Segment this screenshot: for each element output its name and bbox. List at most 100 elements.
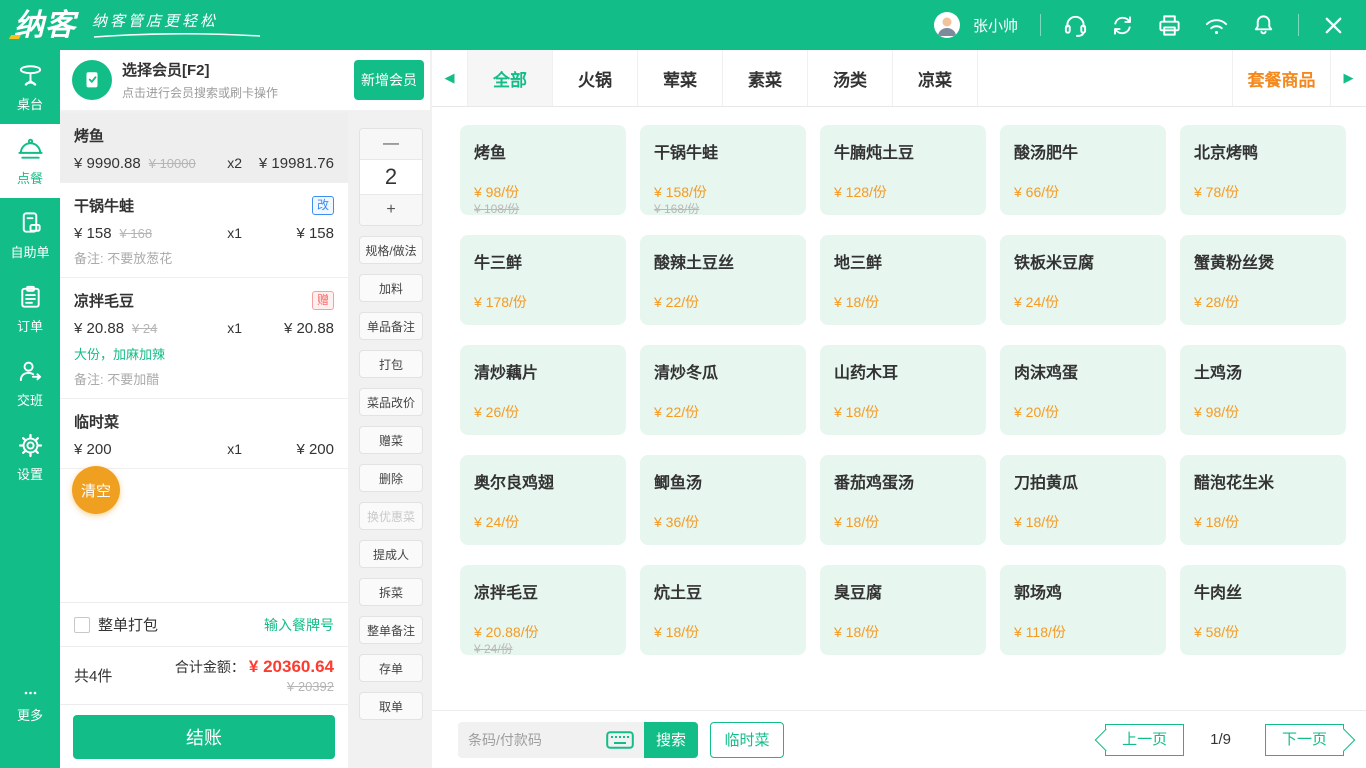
dish-card[interactable]: 肉沫鸡蛋¥ 20/份 xyxy=(1000,345,1166,435)
next-page-button[interactable]: 下一页 xyxy=(1265,724,1344,756)
add-member-button[interactable]: 新增会员 xyxy=(354,60,424,100)
dish-price: ¥ 24/份 xyxy=(1014,292,1059,312)
dish-card[interactable]: 凉拌毛豆¥ 20.88/份¥ 24/份 xyxy=(460,565,626,655)
dish-card[interactable]: 牛腩炖土豆¥ 128/份 xyxy=(820,125,986,215)
search-button[interactable]: 搜索 xyxy=(644,722,698,758)
dish-card[interactable]: 刀拍黄瓜¥ 18/份 xyxy=(1000,455,1166,545)
checkout-button[interactable]: 结账 xyxy=(73,715,335,759)
dish-card[interactable]: 山药木耳¥ 18/份 xyxy=(820,345,986,435)
sidebar-item-more[interactable]: 更多 xyxy=(0,668,60,742)
order-item[interactable]: 干锅牛蛙 改 ¥ 158 ¥ 168 x1 ¥ 158 备注: 不要放葱花 xyxy=(60,183,348,278)
sidebar-item-order-food[interactable]: 点餐 xyxy=(0,124,60,198)
dish-grid: 烤鱼¥ 98/份¥ 108/份 干锅牛蛙¥ 158/份¥ 168/份 牛腩炖土豆… xyxy=(432,107,1366,710)
categories-scroll-left-button[interactable]: ◀ xyxy=(432,50,468,106)
dish-price: ¥ 22/份 xyxy=(654,402,699,422)
dish-card[interactable]: 北京烤鸭¥ 78/份 xyxy=(1180,125,1346,215)
tab-combo-products[interactable]: 套餐商品 xyxy=(1232,50,1330,106)
add-ingredient-button[interactable]: 加料 xyxy=(359,274,423,302)
enter-table-number-link[interactable]: 输入餐牌号 xyxy=(264,615,334,635)
user-avatar[interactable] xyxy=(933,11,961,39)
dish-card[interactable]: 酸汤肥牛¥ 66/份 xyxy=(1000,125,1166,215)
dish-card[interactable]: 鲫鱼汤¥ 36/份 xyxy=(640,455,806,545)
hold-order-button[interactable]: 存单 xyxy=(359,654,423,682)
clear-order-button[interactable]: 清空 xyxy=(72,466,120,514)
quantity-decrease-button[interactable]: — xyxy=(360,129,422,159)
clipboard-icon xyxy=(17,284,44,311)
dish-card[interactable]: 清炒藕片¥ 26/份 xyxy=(460,345,626,435)
sidebar-item-settings[interactable]: 设置 xyxy=(0,420,60,494)
dish-card[interactable]: 臭豆腐¥ 18/份 xyxy=(820,565,986,655)
support-headset-icon[interactable] xyxy=(1063,13,1088,38)
spec-method-button[interactable]: 规格/做法 xyxy=(359,236,423,264)
commission-person-button[interactable]: 提成人 xyxy=(359,540,423,568)
tab-hotpot[interactable]: 火锅 xyxy=(553,50,638,106)
dish-price: ¥ 22/份 xyxy=(654,292,699,312)
dish-card[interactable]: 牛肉丝¥ 58/份 xyxy=(1180,565,1346,655)
logo-tagline: 纳客管店更轻松 xyxy=(92,10,262,39)
change-price-button[interactable]: 菜品改价 xyxy=(359,388,423,416)
tab-soup[interactable]: 汤类 xyxy=(808,50,893,106)
order-item-total: ¥ 200 xyxy=(242,441,334,458)
dish-card[interactable]: 土鸡汤¥ 98/份 xyxy=(1180,345,1346,435)
cloche-icon xyxy=(17,136,44,163)
member-card-icon xyxy=(72,60,112,100)
order-item-name: 凉拌毛豆 xyxy=(74,290,134,311)
dish-name: 干锅牛蛙 xyxy=(640,125,806,163)
categories-scroll-right-button[interactable]: ▶ xyxy=(1330,50,1366,106)
tab-all[interactable]: 全部 xyxy=(468,50,553,106)
order-item[interactable]: 凉拌毛豆 赠 ¥ 20.88 ¥ 24 x1 ¥ 20.88 大份，加麻加辣 备… xyxy=(60,278,348,399)
dish-card[interactable]: 番茄鸡蛋汤¥ 18/份 xyxy=(820,455,986,545)
dish-card[interactable]: 干锅牛蛙¥ 158/份¥ 168/份 xyxy=(640,125,806,215)
wifi-icon[interactable] xyxy=(1204,13,1229,38)
dish-card[interactable]: 清炒冬瓜¥ 22/份 xyxy=(640,345,806,435)
pack-button[interactable]: 打包 xyxy=(359,350,423,378)
tab-cold-dish[interactable]: 凉菜 xyxy=(893,50,978,106)
printer-icon[interactable] xyxy=(1157,13,1182,38)
sidebar-item-self-service[interactable]: 自助单 xyxy=(0,198,60,272)
dish-card[interactable]: 铁板米豆腐¥ 24/份 xyxy=(1000,235,1166,325)
dish-name: 臭豆腐 xyxy=(820,565,986,603)
sidebar-item-shift-handover[interactable]: 交班 xyxy=(0,346,60,420)
temporary-dish-button[interactable]: 临时菜 xyxy=(710,722,784,758)
tab-vegetable[interactable]: 素菜 xyxy=(723,50,808,106)
dish-card[interactable]: 蟹黄粉丝煲¥ 28/份 xyxy=(1180,235,1346,325)
keyboard-icon[interactable] xyxy=(606,731,634,749)
price-modified-badge: 改 xyxy=(312,196,334,215)
dish-card[interactable]: 奥尔良鸡翅¥ 24/份 xyxy=(460,455,626,545)
order-item[interactable]: 烤鱼 ¥ 9990.88 ¥ 10000 x2 ¥ 19981.76 xyxy=(60,113,348,183)
sidebar-item-label: 更多 xyxy=(17,705,43,724)
prev-page-button[interactable]: 上一页 xyxy=(1105,724,1184,756)
dish-card[interactable]: 郭场鸡¥ 118/份 xyxy=(1000,565,1166,655)
pack-whole-order-checkbox[interactable] xyxy=(74,617,90,633)
gift-dish-button[interactable]: 赠菜 xyxy=(359,426,423,454)
order-item-name: 临时菜 xyxy=(74,411,119,432)
close-icon[interactable] xyxy=(1321,13,1346,38)
quantity-increase-button[interactable]: + xyxy=(360,195,422,225)
sidebar-item-tables[interactable]: 桌台 xyxy=(0,50,60,124)
retrieve-order-button[interactable]: 取单 xyxy=(359,692,423,720)
barcode-input[interactable] xyxy=(468,732,606,748)
dish-card[interactable]: 烤鱼¥ 98/份¥ 108/份 xyxy=(460,125,626,215)
delete-button[interactable]: 删除 xyxy=(359,464,423,492)
dish-card[interactable]: 炕土豆¥ 18/份 xyxy=(640,565,806,655)
dish-card[interactable]: 醋泡花生米¥ 18/份 xyxy=(1180,455,1346,545)
member-texts: 选择会员[F2] 点击进行会员搜索或刷卡操作 xyxy=(122,59,354,101)
dish-price: ¥ 158/份 xyxy=(654,182,707,202)
dish-card[interactable]: 地三鲜¥ 18/份 xyxy=(820,235,986,325)
member-header[interactable]: 选择会员[F2] 点击进行会员搜索或刷卡操作 新增会员 xyxy=(60,50,430,110)
order-item-name: 干锅牛蛙 xyxy=(74,195,134,216)
order-item[interactable]: 临时菜 ¥ 200 x1 ¥ 200 xyxy=(60,399,348,469)
handover-person-icon xyxy=(17,358,44,385)
pack-whole-order-label: 整单打包 xyxy=(98,614,158,635)
dish-card[interactable]: 酸辣土豆丝¥ 22/份 xyxy=(640,235,806,325)
sync-icon[interactable] xyxy=(1110,13,1135,38)
order-item-qty: x1 xyxy=(227,441,242,457)
tab-meat[interactable]: 荤菜 xyxy=(638,50,723,106)
item-note-button[interactable]: 单品备注 xyxy=(359,312,423,340)
sidebar-item-orders[interactable]: 订单 xyxy=(0,272,60,346)
dish-card[interactable]: 牛三鲜¥ 178/份 xyxy=(460,235,626,325)
notifications-bell-icon[interactable] xyxy=(1251,13,1276,38)
order-note-button[interactable]: 整单备注 xyxy=(359,616,423,644)
split-dish-button[interactable]: 拆菜 xyxy=(359,578,423,606)
username[interactable]: 张小帅 xyxy=(973,15,1018,36)
